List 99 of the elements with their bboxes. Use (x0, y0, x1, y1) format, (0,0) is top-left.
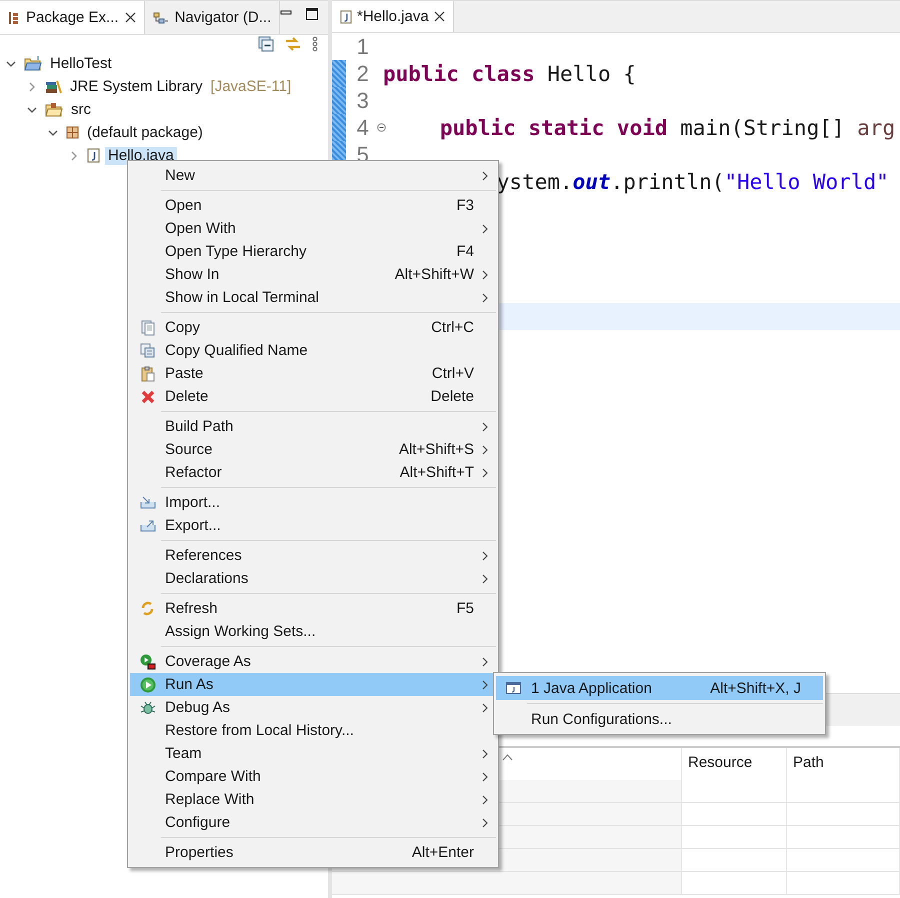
menu-item[interactable]: Run Configurations... (496, 707, 823, 731)
code-text: .println( (610, 170, 724, 194)
sort-ascending-icon[interactable] (502, 754, 513, 761)
code-keyword: static (528, 116, 606, 140)
expanded-chevron-icon[interactable] (6, 58, 16, 68)
code-text: main(String[] (680, 116, 846, 140)
package-explorer-icon (8, 10, 20, 24)
menu-item[interactable]: Build Path (130, 415, 496, 438)
close-icon[interactable] (434, 11, 445, 22)
tree-item[interactable]: src (68, 100, 94, 118)
project-folder-icon (24, 56, 42, 71)
menu-item[interactable]: Import... (130, 491, 496, 514)
menu-item[interactable]: Open F3 (130, 194, 496, 217)
clipboard-icon (140, 366, 154, 382)
menu-item[interactable]: Delete Delete (130, 385, 496, 408)
tree-item[interactable]: JRE System Library (67, 78, 206, 96)
menu-item[interactable]: Coverage As (130, 650, 496, 673)
menu-item[interactable]: Copy Ctrl+C (130, 316, 496, 339)
shortcut-label: Ctrl+V (432, 365, 474, 382)
code-keyword: public (383, 62, 460, 86)
shortcut-label: Alt+Shift+S (398, 441, 474, 458)
collapse-icon[interactable] (377, 122, 386, 132)
copy-icon (140, 320, 154, 336)
shortcut-label: Delete (430, 388, 474, 405)
export-icon (140, 519, 156, 532)
menu-item[interactable]: Debug As (130, 696, 496, 719)
library-version-label: [JavaSE-11] (210, 78, 292, 95)
collapsed-chevron-icon[interactable] (27, 82, 37, 92)
books-icon (45, 80, 62, 94)
source-folder-icon (45, 102, 63, 116)
menu-item[interactable]: Copy Qualified Name (130, 339, 496, 362)
menu-item[interactable]: New (130, 164, 496, 187)
code-keyword: void (616, 116, 668, 140)
code-keyword: public (440, 116, 517, 140)
tree-item[interactable]: (default package) (84, 124, 206, 142)
code-keyword: class (472, 62, 536, 86)
expanded-chevron-icon[interactable] (27, 104, 37, 114)
java-file-icon (340, 10, 352, 24)
minimize-icon[interactable] (280, 10, 292, 18)
navigator-icon (152, 12, 169, 24)
menu-item[interactable]: Assign Working Sets... (130, 620, 496, 643)
collapsed-chevron-icon[interactable] (69, 150, 79, 160)
menu-item[interactable]: 1 Java Application Alt+Shift+X, J (496, 676, 823, 700)
menu-item[interactable]: Replace With (130, 788, 496, 811)
menu-item[interactable]: Open With (130, 217, 496, 240)
editor-tab[interactable]: *Hello.java (332, 1, 454, 32)
maximize-icon[interactable] (306, 8, 318, 20)
menu-item[interactable]: References (130, 544, 496, 567)
menu-item[interactable]: Refactor Alt+Shift+T (130, 461, 496, 484)
bug-icon (140, 700, 156, 716)
column-header[interactable]: Resource (682, 748, 787, 780)
menu-item[interactable]: Source Alt+Shift+S (130, 438, 496, 461)
shortcut-label: F3 (456, 197, 474, 214)
view-menu-icon[interactable] (312, 36, 318, 52)
column-header[interactable]: Path (787, 748, 900, 780)
line-number: 3 (356, 88, 369, 112)
package-icon (66, 126, 79, 139)
line-number: 1 (356, 34, 369, 58)
tree-item[interactable]: HelloTest (47, 54, 115, 72)
shortcut-label: Alt+Shift+T (400, 464, 474, 481)
shortcut-label: Alt+Enter (412, 844, 474, 861)
code-parameter: arg (857, 116, 896, 140)
menu-item[interactable]: Declarations (130, 567, 496, 590)
run-icon (140, 676, 156, 692)
view-tab[interactable]: Navigator (D... (144, 1, 280, 34)
menu-item[interactable]: Export... (130, 514, 496, 537)
menu-item[interactable]: Show in Local Terminal (130, 286, 496, 309)
java-file-icon (87, 148, 100, 163)
code-string: "Hello World" (724, 170, 889, 194)
code-field: out (572, 170, 611, 194)
shortcut-label: Alt+Shift+W (394, 266, 474, 283)
view-tab[interactable]: Package Ex... (0, 1, 145, 34)
copy-icon (140, 343, 155, 358)
import-icon (140, 496, 156, 509)
delete-icon (140, 390, 154, 404)
menu-item[interactable]: Show In Alt+Shift+W (130, 263, 496, 286)
coverage-icon (140, 654, 156, 670)
java-application-icon (506, 682, 521, 694)
menu-item[interactable]: Run As (130, 673, 496, 696)
menu-item[interactable]: Paste Ctrl+V (130, 362, 496, 385)
expanded-chevron-icon[interactable] (48, 128, 58, 138)
menu-item[interactable]: Refresh F5 (130, 597, 496, 620)
line-number: 4 (356, 114, 369, 140)
menu-item[interactable]: Properties Alt+Enter (130, 841, 496, 864)
menu-item[interactable]: Restore from Local History... (130, 719, 496, 742)
shortcut-label: Ctrl+C (431, 319, 474, 336)
refresh-icon (140, 601, 155, 616)
line-number: 2 (356, 60, 369, 86)
menu-item[interactable]: Configure (130, 811, 496, 834)
shortcut-label: F4 (456, 243, 474, 260)
close-icon[interactable] (124, 12, 136, 23)
menu-item[interactable]: Team (130, 742, 496, 765)
code-text: ystem. (496, 170, 573, 194)
menu-item[interactable]: Open Type Hierarchy F4 (130, 240, 496, 263)
code-text: Hello { (547, 62, 636, 86)
collapse-all-icon[interactable] (258, 36, 274, 52)
shortcut-label: F5 (456, 600, 474, 617)
shortcut-label: Alt+Shift+X, J (710, 680, 801, 696)
menu-item[interactable]: Compare With (130, 765, 496, 788)
